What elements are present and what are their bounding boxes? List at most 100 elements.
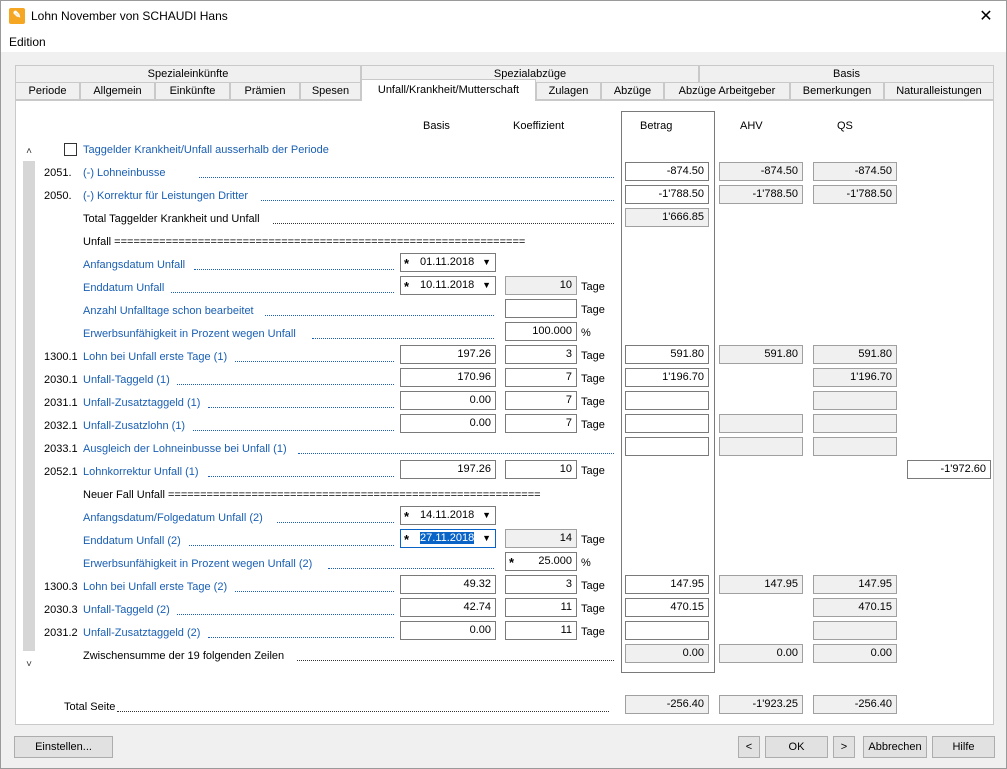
anfangsdatum-2-value: 14.11.2018	[420, 509, 475, 521]
ok-button[interactable]: OK	[765, 736, 828, 758]
koef-2031-1[interactable]: 7	[505, 391, 577, 410]
basis-2030-3[interactable]: 42.74	[400, 598, 496, 617]
koef-2032-1[interactable]: 7	[505, 414, 577, 433]
betrag-1300-1[interactable]: 591.80	[625, 345, 709, 364]
basis-1300-3[interactable]: 49.32	[400, 575, 496, 594]
tab-naturalleistungen[interactable]: Naturalleistungen	[884, 82, 994, 100]
unit-2031-1: Tage	[581, 396, 605, 408]
abbrechen-button[interactable]: Abbrechen	[863, 736, 927, 758]
unit-enddatum-2: Tage	[581, 534, 605, 546]
tab-allgemein[interactable]: Allgemein	[80, 82, 155, 100]
code-2050: 2050.	[44, 190, 72, 202]
tab-bemerkungen[interactable]: Bemerkungen	[790, 82, 884, 100]
tabgroup-spezialeinkuenfte: Spezialeinkünfte	[15, 65, 361, 82]
code-2032-1: 2032.1	[44, 420, 78, 432]
basis-2031-1[interactable]: 0.00	[400, 391, 496, 410]
qs-2030-3: 470.15	[813, 598, 897, 617]
ahv-total-seite: -1'923.25	[719, 695, 803, 714]
qs-2050: -1'788.50	[813, 185, 897, 204]
chevron-down-icon[interactable]: ▼	[482, 507, 491, 524]
betrag-2030-1[interactable]: 1'196.70	[625, 368, 709, 387]
basis-2031-2[interactable]: 0.00	[400, 621, 496, 640]
tab-abzuege-arbeitgeber[interactable]: Abzüge Arbeitgeber	[664, 82, 790, 100]
koef-2052-1[interactable]: 10	[505, 460, 577, 479]
basis-2032-1[interactable]: 0.00	[400, 414, 496, 433]
enddatum-2-value[interactable]: 27.11.2018	[420, 530, 475, 547]
unit-1300-3: Tage	[581, 580, 605, 592]
chevron-down-icon[interactable]: ▼	[482, 277, 491, 294]
betrag-2032-1[interactable]	[625, 414, 709, 433]
tab-praemien[interactable]: Prämien	[230, 82, 300, 100]
betrag-2031-2[interactable]	[625, 621, 709, 640]
tabgroup-basis: Basis	[699, 65, 994, 82]
enddatum-combo[interactable]: * 10.11.2018 ▼	[400, 276, 496, 295]
betrag-total-taggelder: 1'666.85	[625, 208, 709, 227]
next-button[interactable]: >	[833, 736, 855, 758]
koef-enddatum-2: 14	[505, 529, 577, 548]
einstellen-button[interactable]: Einstellen...	[14, 736, 113, 758]
required-star-icon: *	[404, 532, 410, 547]
close-icon[interactable]: ✕	[966, 1, 1006, 32]
basis-2030-1[interactable]: 170.96	[400, 368, 496, 387]
betrag-2031-1[interactable]	[625, 391, 709, 410]
leader-2052-1	[208, 476, 394, 477]
extra-2052-1[interactable]: -1'972.60	[907, 460, 991, 479]
menu-edition[interactable]: Edition	[9, 35, 46, 49]
enddatum-2-combo[interactable]: * 27.11.2018 ▼	[400, 529, 496, 548]
leader-2032-1	[193, 430, 394, 431]
code-2052-1: 2052.1	[44, 466, 78, 478]
koef-anzahl-unfalltage[interactable]	[505, 299, 577, 318]
qs-zwischensumme: 0.00	[813, 644, 897, 663]
koef-1300-3[interactable]: 3	[505, 575, 577, 594]
label-2052-1: Lohnkorrektur Unfall (1)	[83, 466, 199, 478]
ahv-1300-3: 147.95	[719, 575, 803, 594]
qs-2031-2	[813, 621, 897, 640]
koef-2030-1[interactable]: 7	[505, 368, 577, 387]
koef-2030-3[interactable]: 11	[505, 598, 577, 617]
unit-2030-1: Tage	[581, 373, 605, 385]
anfangsdatum-2-combo[interactable]: * 14.11.2018 ▼	[400, 506, 496, 525]
betrag-2033-1[interactable]	[625, 437, 709, 456]
koef-2031-2[interactable]: 11	[505, 621, 577, 640]
betrag-2051[interactable]: -874.50	[625, 162, 709, 181]
scroll-down-icon[interactable]: ˅	[23, 659, 35, 671]
koef-erwerbsunfaehigkeit[interactable]: 100.000	[505, 322, 577, 341]
betrag-2050[interactable]: -1'788.50	[625, 185, 709, 204]
leader-anfangsdatum	[194, 269, 394, 270]
basis-1300-1[interactable]: 197.26	[400, 345, 496, 364]
chevron-down-icon[interactable]: ▼	[482, 254, 491, 271]
tab-unfall[interactable]: Unfall/Krankheit/Mutterschaft	[361, 79, 536, 101]
leader-erwerb	[312, 338, 494, 339]
label-zwischensumme: Zwischensumme der 19 folgenden Zeilen	[83, 650, 285, 662]
chevron-down-icon[interactable]: ▼	[482, 530, 491, 547]
tab-periode[interactable]: Periode	[15, 82, 80, 100]
tab-abzuege[interactable]: Abzüge	[601, 82, 664, 100]
betrag-1300-3[interactable]: 147.95	[625, 575, 709, 594]
qs-2031-1	[813, 391, 897, 410]
app-icon: ✎	[9, 8, 25, 24]
label-2051: (-) Lohneinbusse	[83, 167, 166, 179]
ahv-2033-1	[719, 437, 803, 456]
unit-1300-1: Tage	[581, 350, 605, 362]
unit-2032-1: Tage	[581, 419, 605, 431]
koef-erwerbsunfaehigkeit-2[interactable]: * 25.000	[505, 552, 577, 571]
label-enddatum: Enddatum Unfall	[83, 282, 165, 294]
qs-1300-1: 591.80	[813, 345, 897, 364]
tab-zulagen[interactable]: Zulagen	[536, 82, 601, 100]
enddatum-2-year: 2018	[449, 532, 475, 544]
qs-2051: -874.50	[813, 162, 897, 181]
header-betrag: Betrag	[640, 120, 673, 132]
ausserhalb-checkbox[interactable]	[64, 143, 77, 156]
tab-spesen[interactable]: Spesen	[300, 82, 361, 100]
basis-2052-1[interactable]: 197.26	[400, 460, 496, 479]
tab-einkuenfte[interactable]: Einkünfte	[155, 82, 230, 100]
scroll-up-icon[interactable]: ˄	[23, 146, 35, 158]
label-anfangsdatum-2: Anfangsdatum/Folgedatum Unfall (2)	[83, 512, 263, 524]
anfangsdatum-combo[interactable]: * 01.11.2018 ▼	[400, 253, 496, 272]
koef-1300-1[interactable]: 3	[505, 345, 577, 364]
prev-button[interactable]: <	[738, 736, 760, 758]
vertical-scrollbar[interactable]	[23, 161, 35, 651]
ahv-2050: -1'788.50	[719, 185, 803, 204]
hilfe-button[interactable]: Hilfe	[932, 736, 995, 758]
betrag-2030-3[interactable]: 470.15	[625, 598, 709, 617]
